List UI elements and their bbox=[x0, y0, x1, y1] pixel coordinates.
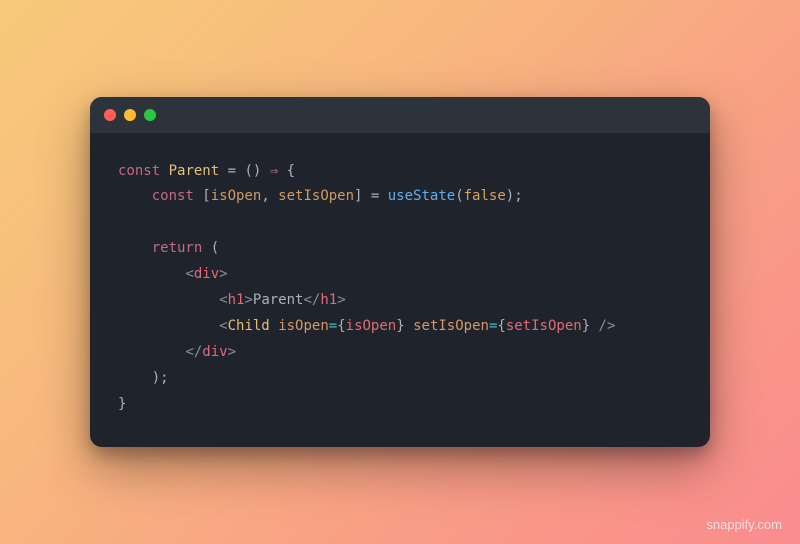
code-window: const Parent = () ⇒ { const [isOpen, set… bbox=[90, 97, 710, 448]
keyword-return: return bbox=[152, 240, 203, 256]
identifier-parent: Parent bbox=[169, 163, 220, 179]
minimize-icon[interactable] bbox=[124, 109, 136, 121]
angle-bracket: /> bbox=[590, 318, 615, 334]
close-icon[interactable] bbox=[104, 109, 116, 121]
keyword-const: const bbox=[152, 188, 194, 204]
var-isopen: isOpen bbox=[211, 188, 262, 204]
angle-bracket: < bbox=[219, 292, 227, 308]
comma: , bbox=[261, 188, 278, 204]
paren: ( bbox=[455, 188, 463, 204]
angle-bracket: </ bbox=[303, 292, 320, 308]
tag-h1: h1 bbox=[320, 292, 337, 308]
maximize-icon[interactable] bbox=[144, 109, 156, 121]
angle-bracket: > bbox=[337, 292, 345, 308]
paren: ( bbox=[202, 240, 219, 256]
code-block: const Parent = () ⇒ { const [isOpen, set… bbox=[90, 133, 710, 448]
angle-bracket: > bbox=[219, 266, 227, 282]
tag-div: div bbox=[202, 344, 227, 360]
angle-bracket: </ bbox=[185, 344, 202, 360]
angle-bracket: < bbox=[185, 266, 193, 282]
attr-isopen: isOpen bbox=[278, 318, 329, 334]
bracket: ] = bbox=[354, 188, 388, 204]
paren: ); bbox=[152, 370, 169, 386]
arrow-operator: ⇒ bbox=[270, 163, 278, 179]
tag-child: Child bbox=[228, 318, 270, 334]
watermark: snappify.com bbox=[706, 517, 782, 532]
brace: { bbox=[497, 318, 505, 334]
brace: } bbox=[118, 396, 126, 412]
literal-false: false bbox=[464, 188, 506, 204]
bracket: [ bbox=[194, 188, 211, 204]
tag-h1: h1 bbox=[228, 292, 245, 308]
expr-setisopen: setIsOpen bbox=[506, 318, 582, 334]
brace: { bbox=[278, 163, 295, 179]
space bbox=[270, 318, 278, 334]
code-text: = () bbox=[219, 163, 270, 179]
tag-div: div bbox=[194, 266, 219, 282]
var-setisopen: setIsOpen bbox=[278, 188, 354, 204]
angle-bracket: > bbox=[244, 292, 252, 308]
text-parent: Parent bbox=[253, 292, 304, 308]
angle-bracket: > bbox=[228, 344, 236, 360]
brace: { bbox=[337, 318, 345, 334]
window-titlebar bbox=[90, 97, 710, 133]
expr-isopen: isOpen bbox=[346, 318, 397, 334]
keyword-const: const bbox=[118, 163, 160, 179]
attr-setisopen: setIsOpen bbox=[413, 318, 489, 334]
fn-usestate: useState bbox=[388, 188, 455, 204]
brace: } bbox=[396, 318, 404, 334]
angle-bracket: < bbox=[219, 318, 227, 334]
equals: = bbox=[329, 318, 337, 334]
paren: ); bbox=[506, 188, 523, 204]
space bbox=[405, 318, 413, 334]
brace: } bbox=[582, 318, 590, 334]
